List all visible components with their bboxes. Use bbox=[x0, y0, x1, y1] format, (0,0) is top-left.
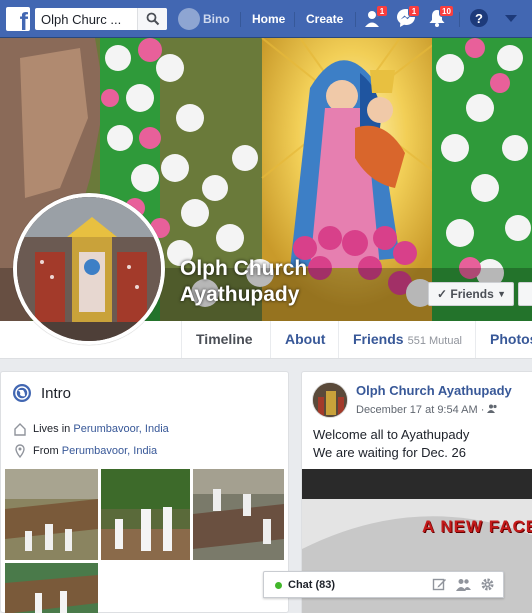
compose-icon[interactable] bbox=[432, 577, 447, 592]
photo-image bbox=[5, 563, 98, 613]
messages-badge: 1 bbox=[408, 5, 420, 17]
photo-image bbox=[193, 469, 284, 560]
page-title: Olph Church Ayathupady bbox=[180, 257, 308, 306]
divider bbox=[294, 12, 295, 27]
friends-icon bbox=[487, 404, 498, 413]
tab-about[interactable]: About bbox=[270, 321, 338, 358]
online-status-icon bbox=[275, 582, 282, 589]
create-link[interactable]: Create bbox=[306, 12, 343, 26]
post-message: Welcome all to Ayathupady We are waiting… bbox=[313, 426, 469, 462]
profile-picture-image bbox=[17, 197, 161, 341]
photo-image bbox=[5, 469, 98, 560]
intro-title: Intro bbox=[41, 385, 72, 402]
friends-icon[interactable] bbox=[456, 577, 471, 592]
chat-bar[interactable]: Chat (83) bbox=[263, 571, 504, 598]
intro-photo[interactable] bbox=[101, 469, 190, 560]
home-icon bbox=[14, 423, 26, 436]
tab-label: Photos bbox=[490, 331, 532, 347]
post-author-avatar[interactable] bbox=[312, 382, 348, 418]
friends-button-label: Friends bbox=[450, 287, 494, 301]
intro-card: Intro Lives in Perumbavoor, India From P… bbox=[0, 371, 289, 613]
divider bbox=[459, 12, 460, 27]
notifications-badge: 10 bbox=[439, 5, 454, 17]
search-box bbox=[35, 8, 167, 30]
post-time-text: December 17 at 9:54 AM · bbox=[356, 404, 488, 416]
lives-in-row: Lives in Perumbavoor, India bbox=[13, 423, 273, 437]
lives-in-prefix: Lives in bbox=[33, 423, 74, 435]
from-row: From Perumbavoor, India bbox=[13, 444, 273, 459]
tab-friends[interactable]: Friends 551 Mutual bbox=[338, 321, 475, 358]
post-author-name[interactable]: Olph Church Ayathupady bbox=[356, 383, 512, 398]
intro-photo[interactable] bbox=[193, 469, 284, 560]
search-input[interactable] bbox=[35, 8, 137, 30]
messages-button[interactable]: 1 bbox=[396, 5, 420, 30]
search-button[interactable] bbox=[137, 8, 167, 30]
tab-label: Timeline bbox=[196, 331, 253, 347]
mutual-friends-count: 551 Mutual bbox=[407, 335, 463, 347]
from-prefix: From bbox=[33, 445, 62, 457]
more-options-button[interactable] bbox=[518, 282, 532, 306]
checkmark-icon: ✓ bbox=[437, 287, 448, 301]
tab-label: Friends bbox=[353, 331, 404, 347]
gear-icon[interactable] bbox=[480, 577, 495, 592]
globe-icon bbox=[13, 384, 31, 402]
search-icon bbox=[146, 12, 160, 26]
friend-requests-button[interactable]: 1 bbox=[364, 5, 388, 30]
friend-requests-badge: 1 bbox=[376, 5, 388, 17]
tab-label: About bbox=[285, 331, 326, 347]
intro-photo[interactable] bbox=[5, 469, 98, 560]
chat-label: Chat (83) bbox=[288, 579, 336, 591]
profile-picture[interactable] bbox=[13, 193, 165, 345]
divider bbox=[355, 12, 356, 27]
photo-image bbox=[101, 469, 190, 560]
post-message-line: Welcome all to Ayathupady bbox=[313, 427, 470, 442]
profile-name: Bino bbox=[203, 12, 230, 26]
help-icon: ? bbox=[470, 9, 488, 27]
tab-timeline[interactable]: Timeline bbox=[181, 321, 270, 358]
svg-text:?: ? bbox=[475, 11, 483, 26]
chevron-down-icon: ▼ bbox=[497, 289, 506, 299]
friends-button[interactable]: ✓ Friends ▼ bbox=[428, 282, 514, 306]
tab-photos[interactable]: Photos bbox=[475, 321, 532, 358]
divider bbox=[240, 12, 241, 27]
dropdown-icon bbox=[505, 15, 517, 22]
facebook-logo-icon[interactable]: f bbox=[6, 7, 30, 31]
video-title-text: A NEW FACE bbox=[422, 517, 532, 536]
post-message-line: We are waiting for Dec. 26 bbox=[313, 445, 466, 460]
from-link[interactable]: Perumbavoor, India bbox=[62, 445, 157, 457]
help-button[interactable]: ? bbox=[469, 8, 493, 30]
notifications-button[interactable]: 10 bbox=[427, 5, 454, 30]
intro-photo[interactable] bbox=[5, 563, 98, 613]
account-menu-button[interactable] bbox=[502, 8, 526, 30]
home-link[interactable]: Home bbox=[252, 12, 285, 26]
post-timestamp[interactable]: December 17 at 9:54 AM · bbox=[356, 404, 498, 416]
location-pin-icon bbox=[15, 444, 25, 458]
avatar bbox=[178, 8, 200, 30]
top-navigation-bar: f Bino Home Create 1 1 bbox=[0, 0, 532, 38]
lives-in-link[interactable]: Perumbavoor, India bbox=[73, 423, 168, 435]
